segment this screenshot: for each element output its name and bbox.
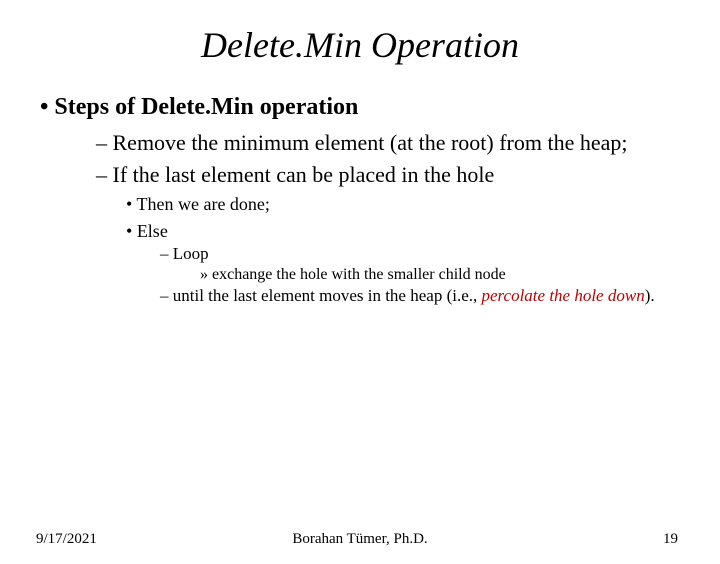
slide-title: Delete.Min Operation (0, 24, 720, 66)
bullet-level4-loop: Loop (160, 244, 720, 264)
until-text-post: ). (645, 286, 655, 305)
bullet-level1: Steps of Delete.Min operation (40, 94, 720, 121)
footer-author: Borahan Tümer, Ph.D. (292, 531, 427, 547)
bullet-level3-else: Else (126, 221, 720, 242)
bullet-level2-if: If the last element can be placed in the… (96, 161, 720, 189)
bullet-level5-exchange: exchange the hole with the smaller child… (200, 266, 720, 284)
bullet-level2-remove: Remove the minimum element (at the root)… (96, 129, 720, 157)
bullet-level4-until: until the last element moves in the heap… (160, 286, 720, 306)
bullet-level3-then: Then we are done; (126, 194, 720, 215)
percolate-text: percolate the hole down (482, 286, 645, 305)
until-text-pre: until the last element moves in the heap… (173, 286, 482, 305)
